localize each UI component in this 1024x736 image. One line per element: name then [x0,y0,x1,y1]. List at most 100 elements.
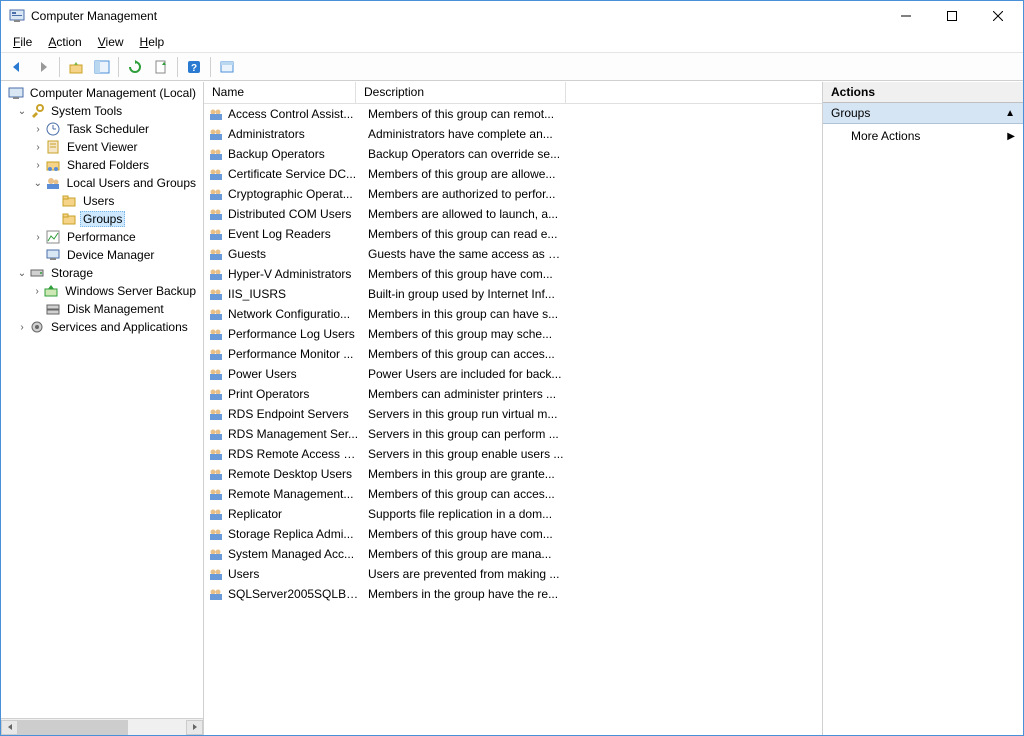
properties-button[interactable] [215,55,239,79]
group-desc: Members of this group have com... [360,527,566,541]
tree-local-users-groups[interactable]: ⌄ Local Users and Groups [1,174,203,192]
group-name: Cryptographic Operat... [228,187,360,201]
scroll-right-icon[interactable] [186,720,203,735]
tree-horizontal-scrollbar[interactable] [1,718,203,735]
tree-services-apps[interactable]: › Services and Applications [1,318,203,336]
collapse-section-icon[interactable]: ▲ [1005,108,1015,119]
tree-disk-management[interactable]: Disk Management [1,300,203,318]
actions-more-actions[interactable]: More Actions ▶ [823,124,1023,148]
list-row[interactable]: SQLServer2005SQLBro...Members in the gro… [204,584,822,604]
group-icon [208,326,224,342]
list-row[interactable]: Print OperatorsMembers can administer pr… [204,384,822,404]
group-name: System Managed Acc... [228,547,360,561]
list-row[interactable]: ReplicatorSupports file replication in a… [204,504,822,524]
minimize-button[interactable] [883,1,929,31]
maximize-button[interactable] [929,1,975,31]
list-row[interactable]: RDS Management Ser...Servers in this gro… [204,424,822,444]
folder-icon [61,211,77,227]
group-icon [208,526,224,542]
list-row[interactable]: Remote Desktop UsersMembers in this grou… [204,464,822,484]
backup-icon [43,283,59,299]
device-icon [45,247,61,263]
list-row[interactable]: Hyper-V AdministratorsMembers of this gr… [204,264,822,284]
list-row[interactable]: Performance Log UsersMembers of this gro… [204,324,822,344]
forward-button[interactable] [31,55,55,79]
tree-root[interactable]: Computer Management (Local) [1,84,203,102]
group-desc: Members of this group can acces... [360,347,566,361]
expand-icon[interactable]: › [31,142,45,153]
list-row[interactable]: Certificate Service DC...Members of this… [204,164,822,184]
refresh-button[interactable] [123,55,147,79]
list-row[interactable]: UsersUsers are prevented from making ... [204,564,822,584]
group-icon [208,106,224,122]
list-row[interactable]: Power UsersPower Users are included for … [204,364,822,384]
list-row[interactable]: Event Log ReadersMembers of this group c… [204,224,822,244]
collapse-icon[interactable]: ⌄ [15,106,29,117]
folder-icon [61,193,77,209]
help-button[interactable]: ? [182,55,206,79]
group-desc: Members in this group are grante... [360,467,566,481]
tree-shared-folders[interactable]: › Shared Folders [1,156,203,174]
menu-action[interactable]: Action [40,33,89,51]
group-desc: Backup Operators can override se... [360,147,566,161]
expand-icon[interactable]: › [31,232,45,243]
expand-icon[interactable]: › [15,322,29,333]
list-pane: Name Description Access Control Assist..… [204,82,823,735]
list-row[interactable]: RDS Remote Access S...Servers in this gr… [204,444,822,464]
actions-section-groups[interactable]: Groups ▲ [823,103,1023,124]
tree-device-manager[interactable]: Device Manager [1,246,203,264]
collapse-icon[interactable]: ⌄ [15,268,29,279]
list-row[interactable]: Remote Management...Members of this grou… [204,484,822,504]
list-row[interactable]: Access Control Assist...Members of this … [204,104,822,124]
group-icon [208,566,224,582]
list-row[interactable]: AdministratorsAdministrators have comple… [204,124,822,144]
tree-groups[interactable]: Groups [1,210,203,228]
tree-task-scheduler[interactable]: › Task Scheduler [1,120,203,138]
list-row[interactable]: System Managed Acc...Members of this gro… [204,544,822,564]
menu-file[interactable]: File [5,33,40,51]
window-title: Computer Management [31,9,883,23]
group-icon [208,506,224,522]
group-icon [208,166,224,182]
group-icon [208,546,224,562]
tree-users[interactable]: Users [1,192,203,210]
tree-windows-server-backup[interactable]: › Windows Server Backup [1,282,203,300]
tree-event-viewer[interactable]: › Event Viewer [1,138,203,156]
tree-performance[interactable]: › Performance [1,228,203,246]
tree-system-tools[interactable]: ⌄ System Tools [1,102,203,120]
expand-icon[interactable]: › [31,124,45,135]
tree-storage[interactable]: ⌄ Storage [1,264,203,282]
list-row[interactable]: GuestsGuests have the same access as m..… [204,244,822,264]
group-desc: Members in this group can have s... [360,307,566,321]
close-button[interactable] [975,1,1021,31]
list-row[interactable]: IIS_IUSRSBuilt-in group used by Internet… [204,284,822,304]
expand-icon[interactable]: › [31,286,43,297]
list-row[interactable]: RDS Endpoint ServersServers in this grou… [204,404,822,424]
list-row[interactable]: Performance Monitor ...Members of this g… [204,344,822,364]
column-description[interactable]: Description [356,82,566,103]
export-button[interactable] [149,55,173,79]
back-button[interactable] [5,55,29,79]
collapse-icon[interactable]: ⌄ [31,178,45,189]
group-icon [208,386,224,402]
list-row[interactable]: Cryptographic Operat...Members are autho… [204,184,822,204]
group-name: Performance Monitor ... [228,347,360,361]
column-name[interactable]: Name [204,82,356,103]
group-name: Storage Replica Admi... [228,527,360,541]
list-row[interactable]: Storage Replica Admi...Members of this g… [204,524,822,544]
list-row[interactable]: Backup OperatorsBackup Operators can ove… [204,144,822,164]
group-desc: Members can administer printers ... [360,387,566,401]
list-row[interactable]: Network Configuratio...Members in this g… [204,304,822,324]
up-button[interactable] [64,55,88,79]
list-row[interactable]: Distributed COM UsersMembers are allowed… [204,204,822,224]
group-name: Guests [228,247,360,261]
titlebar: Computer Management [1,1,1023,31]
menu-help[interactable]: Help [132,33,173,51]
scroll-left-icon[interactable] [1,720,18,735]
show-hide-tree-button[interactable] [90,55,114,79]
expand-icon[interactable]: › [31,160,45,171]
menu-view[interactable]: View [90,33,132,51]
scroll-thumb[interactable] [18,720,128,735]
group-desc: Members of this group are mana... [360,547,566,561]
app-icon [9,8,25,24]
